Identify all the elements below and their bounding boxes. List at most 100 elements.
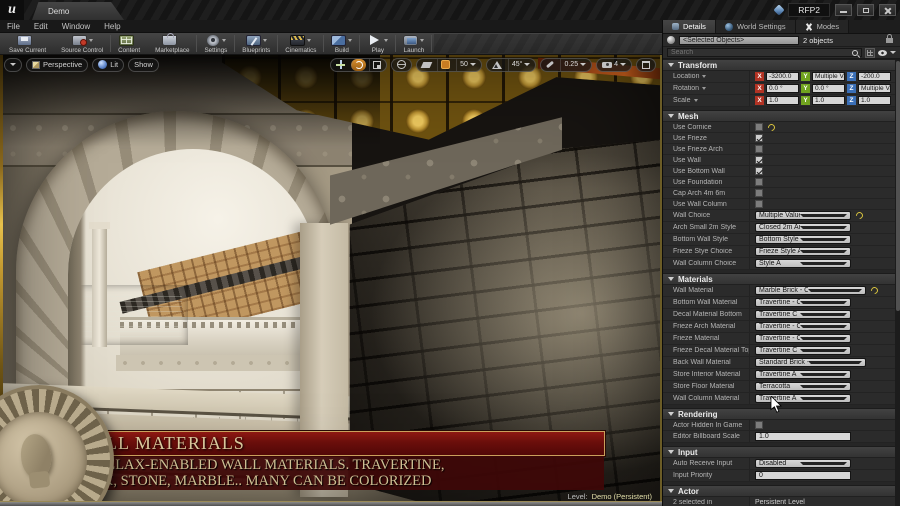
- z-value-field[interactable]: -200.0: [858, 71, 891, 82]
- dropdown[interactable]: Frieze Style A: [755, 246, 851, 257]
- y-value-field[interactable]: 0.0 °: [812, 83, 845, 94]
- maximize-viewport-button[interactable]: [636, 57, 656, 72]
- y-value-field[interactable]: Multiple Values: [812, 71, 845, 82]
- toolbar-button[interactable]: Cinematics: [280, 33, 321, 54]
- world-local-toggle[interactable]: [391, 57, 413, 72]
- material-dropdown[interactable]: Travertine A: [755, 393, 851, 404]
- chevron-down-icon[interactable]: [890, 51, 896, 54]
- z-value-field[interactable]: Multiple Values: [858, 83, 891, 94]
- chevron-down-icon[interactable]: [702, 87, 707, 90]
- x-value-field[interactable]: -3200.0: [766, 71, 799, 82]
- dropdown[interactable]: Multiple Values: [755, 210, 851, 221]
- material-dropdown[interactable]: Terracotta: [755, 381, 851, 392]
- material-dropdown[interactable]: Travertine A: [755, 369, 851, 380]
- scale-tool-button[interactable]: [369, 58, 384, 71]
- tab-demo[interactable]: Demo: [32, 2, 124, 20]
- filter-icon[interactable]: [865, 47, 875, 58]
- checkbox[interactable]: [755, 200, 763, 208]
- z-value-field[interactable]: 1.0: [858, 95, 891, 106]
- checkbox[interactable]: [755, 167, 763, 175]
- checkbox[interactable]: [755, 178, 763, 186]
- toolbar-button[interactable]: Blueprints: [237, 33, 275, 54]
- billboard-scale-field[interactable]: 1.0: [755, 431, 851, 442]
- chevron-down-icon[interactable]: [702, 75, 707, 78]
- scale-snap-toggle[interactable]: [543, 59, 557, 71]
- perspective-button[interactable]: Perspective: [26, 57, 89, 72]
- material-dropdown[interactable]: Travertine - CLEAN: [755, 333, 851, 344]
- checkbox[interactable]: [755, 156, 763, 164]
- checkbox[interactable]: [755, 189, 763, 197]
- dropdown[interactable]: Closed 2m Arch: [755, 222, 851, 233]
- grid-snap-value[interactable]: 50: [456, 58, 479, 71]
- x-value-field[interactable]: 0.0 °: [766, 83, 799, 94]
- menu-item[interactable]: Help: [104, 22, 120, 31]
- reset-to-default-icon[interactable]: [766, 122, 777, 132]
- material-dropdown[interactable]: Travertine - CLEAN: [755, 321, 851, 332]
- toolbar-button[interactable]: Content: [113, 33, 145, 54]
- material-dropdown[interactable]: Travertine - CLEAN: [755, 297, 851, 308]
- rotation-snap-toggle[interactable]: [489, 59, 505, 71]
- scale-snap-value[interactable]: 0.25: [560, 58, 589, 71]
- viewport[interactable]: Perspective Lit Show 50 45° 0.25 4 WALL …: [0, 55, 662, 501]
- scrollbar-thumb[interactable]: [895, 61, 900, 311]
- section-rendering[interactable]: Rendering: [663, 408, 900, 420]
- show-button[interactable]: Show: [128, 57, 159, 72]
- checkbox[interactable]: [755, 123, 763, 131]
- material-dropdown[interactable]: Standard Brick - CLEAN: [755, 357, 866, 368]
- grid-snap-toggle[interactable]: [437, 58, 453, 71]
- checkbox[interactable]: [755, 421, 763, 429]
- lock-icon[interactable]: [886, 33, 893, 43]
- eye-icon[interactable]: [878, 49, 887, 56]
- panel-tab[interactable]: Modes: [795, 20, 850, 33]
- selected-objects-count: 2 objects: [803, 35, 834, 45]
- x-value-field[interactable]: 1.0: [766, 95, 799, 106]
- section-actor[interactable]: Actor: [663, 485, 900, 497]
- viewport-options-button[interactable]: [4, 57, 22, 72]
- toolbar-button[interactable]: Build: [326, 33, 357, 54]
- toolbar-button[interactable]: Marketplace: [150, 32, 194, 54]
- toolbar-button[interactable]: Launch: [398, 33, 429, 54]
- rotate-tool-button[interactable]: [351, 58, 367, 71]
- material-dropdown[interactable]: Travertine C: [755, 345, 851, 356]
- toolbar-button[interactable]: Play: [362, 33, 393, 54]
- panel-tab[interactable]: World Settings: [715, 20, 796, 33]
- dropdown[interactable]: Bottom Style A: [755, 234, 851, 245]
- panel-tab[interactable]: Details: [663, 20, 716, 33]
- chevron-down-icon[interactable]: [693, 99, 698, 102]
- camera-speed-button[interactable]: 4: [599, 59, 629, 71]
- checkbox[interactable]: [755, 134, 763, 142]
- section-mesh[interactable]: Mesh: [663, 110, 900, 122]
- panel-scrollbar[interactable]: [895, 59, 900, 506]
- close-button[interactable]: [879, 4, 896, 16]
- auto-receive-input-dropdown[interactable]: Disabled: [755, 458, 851, 469]
- reset-to-default-icon[interactable]: [869, 285, 880, 296]
- menu-item[interactable]: File: [7, 22, 20, 31]
- move-tool-button[interactable]: [333, 59, 348, 71]
- section-materials[interactable]: Materials: [663, 273, 900, 285]
- y-value-field[interactable]: 1.0: [812, 95, 845, 106]
- lit-mode-button[interactable]: Lit: [92, 57, 125, 72]
- reset-to-default-icon[interactable]: [854, 210, 865, 221]
- dropdown[interactable]: Style A: [755, 258, 851, 269]
- toolbar-button[interactable]: Settings: [199, 33, 232, 54]
- menu-item[interactable]: Window: [62, 22, 90, 31]
- search-input[interactable]: [671, 49, 852, 56]
- surface-snap-button[interactable]: [419, 59, 434, 71]
- grid-snap-group: 50: [416, 57, 482, 72]
- section-input[interactable]: Input: [663, 446, 900, 458]
- rotation-snap-value[interactable]: 45°: [507, 58, 534, 71]
- material-dropdown[interactable]: Travertine C: [755, 309, 851, 320]
- input-priority-field[interactable]: 0: [755, 470, 851, 481]
- material-row: Store Interior Material Travertine A: [663, 369, 900, 381]
- show-label: Show: [134, 60, 153, 69]
- menu-item[interactable]: Edit: [34, 22, 48, 31]
- checkbox[interactable]: [755, 145, 763, 153]
- toolbar-button[interactable]: Save Current: [4, 33, 51, 54]
- toolbar-button[interactable]: Source Control: [56, 33, 108, 54]
- material-row: Frieze Material Travertine - CLEAN: [663, 333, 900, 345]
- material-dropdown[interactable]: Marble Brick - CLEAN: [755, 285, 866, 296]
- minimize-button[interactable]: [835, 4, 852, 16]
- section-transform[interactable]: Transform: [663, 59, 900, 71]
- maximize-button[interactable]: [857, 4, 874, 16]
- selected-objects-dropdown[interactable]: <Selected Objects>: [679, 35, 799, 45]
